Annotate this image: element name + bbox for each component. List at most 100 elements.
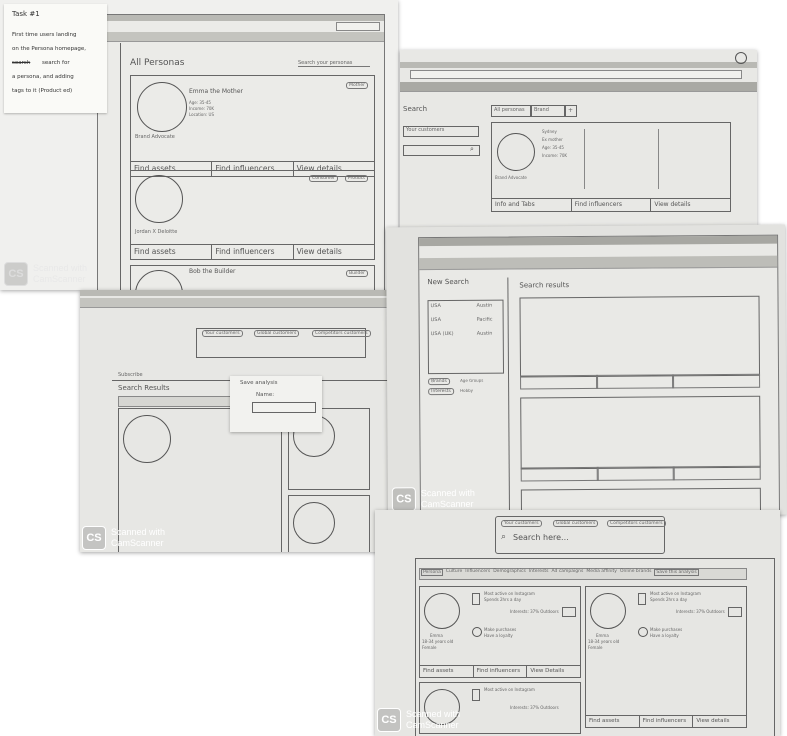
tab-demographics[interactable]: Demographics xyxy=(493,569,526,576)
nav-menu-bar xyxy=(400,82,757,92)
task-line: on the Persona homepage, xyxy=(12,46,87,52)
persona-name: Emma the Mother xyxy=(189,88,243,95)
location-item[interactable]: USA xyxy=(431,317,441,323)
find-assets-button[interactable]: Find assets xyxy=(586,716,640,727)
sketch-sheet-persona-results: Your customers Global customers Competit… xyxy=(375,510,780,736)
filter-chip[interactable]: Global customers xyxy=(553,520,599,527)
search-results-title: Search Results xyxy=(118,384,170,392)
find-influencers-button[interactable]: Find influencers xyxy=(474,666,528,677)
nav-menu-bar xyxy=(419,255,778,271)
sidebar-search-input[interactable] xyxy=(403,145,480,156)
task-title: Task #1 xyxy=(12,10,40,18)
scanner-line1: Scanned with xyxy=(420,487,475,499)
camscanner-logo: CS xyxy=(82,526,106,550)
tab-brand[interactable]: Brand xyxy=(531,105,565,117)
chat-icon xyxy=(638,627,648,637)
tab-row: Persona Culture Influencers Demographics… xyxy=(421,569,699,576)
filter-chip[interactable]: Your customers xyxy=(501,520,542,527)
persona-card-3: Bob the Builder Builder xyxy=(130,265,375,290)
dialog-field-label: Name: xyxy=(256,392,275,398)
location-item[interactable]: Austin xyxy=(477,303,493,309)
find-assets-button[interactable]: Find assets xyxy=(420,666,474,677)
find-influencers-button[interactable]: Find influencers xyxy=(572,199,652,211)
tab-influencers[interactable]: Influencers xyxy=(465,569,490,576)
avatar xyxy=(135,175,183,223)
persona-name: Bob the Builder xyxy=(189,268,236,275)
stat-line: Most active on Instagram xyxy=(650,591,701,596)
stat-line: Interests: 37% Outdoors xyxy=(510,609,559,614)
result-panel xyxy=(520,395,761,470)
stat-line: Interests: 37% Outdoors xyxy=(676,609,725,614)
window-title-bar xyxy=(419,235,778,247)
tab-all-personas[interactable]: All personas xyxy=(491,105,531,117)
view-details-button[interactable]: View Details xyxy=(527,666,580,677)
customer-dropdown[interactable]: Your customers xyxy=(403,126,479,137)
subscribe-link[interactable]: Subscribe xyxy=(118,372,143,378)
tab-add[interactable]: + xyxy=(565,105,577,117)
tag-chip[interactable]: Product xyxy=(344,175,368,182)
view-details-button[interactable]: View details xyxy=(294,245,374,259)
avatar xyxy=(590,593,626,629)
search-input[interactable]: Search here... xyxy=(513,533,569,542)
phone-icon xyxy=(472,689,480,701)
filter-chip[interactable]: Interests xyxy=(428,387,454,396)
scanner-line2: CamScanner xyxy=(111,538,164,548)
filter-chip[interactable]: Global customers xyxy=(254,330,300,337)
persona-detail: Location: US xyxy=(189,112,215,117)
dialog-title: Save analysis xyxy=(240,380,278,386)
location-item[interactable]: Pacific xyxy=(477,317,493,323)
location-item[interactable]: Austin xyxy=(477,331,493,337)
stat-line: Have a loyalty xyxy=(484,633,513,638)
address-bar xyxy=(410,70,742,79)
save-analysis-button[interactable]: Save this analysis xyxy=(654,569,699,576)
stat-line: Have a loyalty xyxy=(650,633,679,638)
persona-age: 18-34 years old xyxy=(422,639,454,644)
tab-ad-campaigns[interactable]: Ad campaigns xyxy=(552,569,584,576)
view-details-button[interactable]: View details xyxy=(651,199,730,211)
window-title-bar xyxy=(400,62,757,68)
tab-culture[interactable]: Culture xyxy=(446,569,462,576)
new-search-title: New Search xyxy=(427,277,469,287)
address-bar xyxy=(336,22,380,31)
search-icon[interactable]: ⌕ xyxy=(501,532,506,542)
camscanner-watermark: CS Scanned with CamScanner xyxy=(391,487,475,512)
tab-media-affinity[interactable]: Media affinity xyxy=(586,569,617,576)
avatar xyxy=(497,133,535,171)
analysis-name-input[interactable] xyxy=(252,402,316,413)
tab-online-brands[interactable]: Online brands xyxy=(620,569,651,576)
sidebar-search-icon[interactable]: ⌕ xyxy=(470,145,474,154)
view-details-button[interactable]: View details xyxy=(693,716,746,727)
find-influencers-button[interactable]: Find influencers xyxy=(640,716,694,727)
filter-chip[interactable]: Competitors customers xyxy=(607,520,666,527)
location-item[interactable]: USA xyxy=(431,303,441,309)
camscanner-logo: CS xyxy=(377,708,401,732)
stat-line: Spends 2hrs a day xyxy=(484,597,522,602)
tag-chip[interactable]: Builder xyxy=(346,270,368,277)
filter-chip[interactable]: Competitors customers xyxy=(312,330,371,337)
persona-name: Emma xyxy=(430,633,443,638)
tab-persona[interactable]: Persona xyxy=(421,569,443,576)
tab-interests[interactable]: Interests xyxy=(529,569,549,576)
scanner-line2: CamScanner xyxy=(33,274,86,284)
nav-menu-bar xyxy=(98,32,384,42)
filter-chip[interactable]: Brands xyxy=(428,377,450,386)
find-influencers-button[interactable]: Find influencers xyxy=(212,245,294,259)
page-marker xyxy=(735,52,747,64)
info-tabs-button[interactable]: Info and Tabs xyxy=(492,199,572,211)
chart-icon xyxy=(728,607,742,617)
persona-gender: Female xyxy=(422,645,437,650)
card-actions: Find assets Find influencers View detail… xyxy=(586,715,746,727)
stat-line: Interests: 37% Outdoors xyxy=(510,705,559,710)
window-title-bar xyxy=(98,15,384,21)
search-input[interactable]: Search your personas xyxy=(298,60,370,67)
result-cell xyxy=(672,373,761,389)
location-item[interactable]: USA (UK) xyxy=(431,331,454,337)
tag-chip[interactable]: Consumer xyxy=(309,175,338,182)
task-sticky-note: Task #1 First time users landing on the … xyxy=(4,4,107,113)
camscanner-watermark: CS Scanned with CamScanner xyxy=(82,526,165,550)
persona-label: Brand Advocate xyxy=(135,134,175,140)
tag-chip[interactable]: Mother xyxy=(346,82,368,89)
filter-chip[interactable]: Your customers xyxy=(202,330,243,337)
stats-column xyxy=(584,129,655,189)
find-assets-button[interactable]: Find assets xyxy=(131,245,213,259)
